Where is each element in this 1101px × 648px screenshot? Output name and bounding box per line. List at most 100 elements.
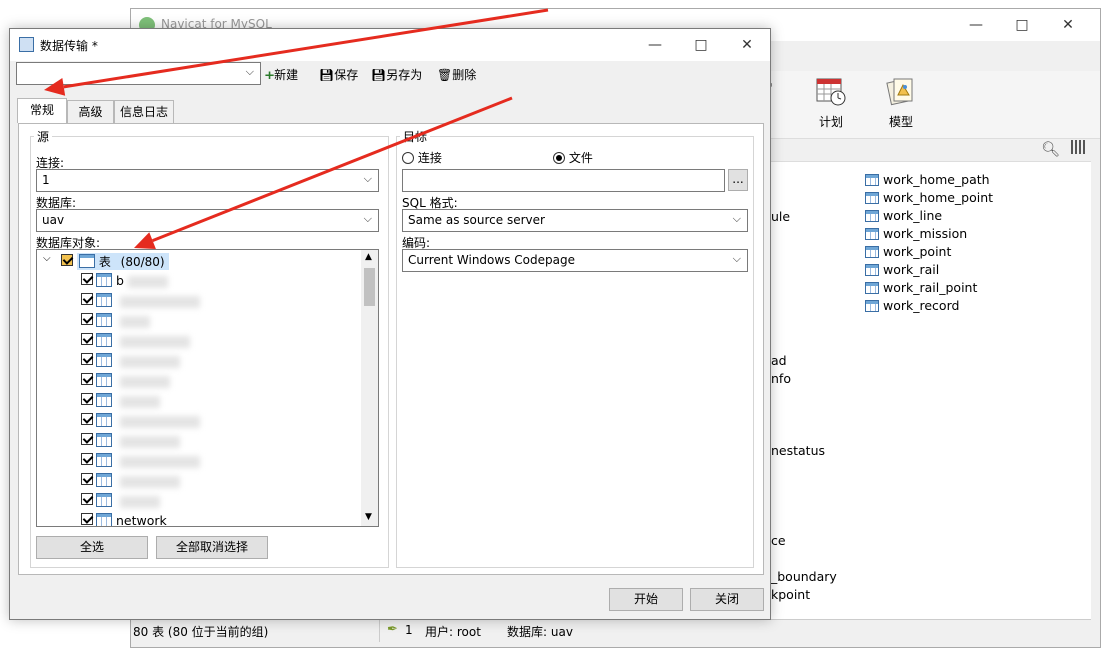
list-item-partial[interactable]: ce — [771, 533, 786, 548]
table-icon — [96, 413, 112, 427]
save-as-icon: 💾︎ — [371, 68, 387, 82]
tree-root-checkbox[interactable] — [61, 254, 73, 266]
database-select[interactable]: uav ⌵ — [36, 209, 379, 232]
tree-item[interactable] — [81, 413, 200, 433]
tree-item[interactable] — [81, 453, 200, 473]
list-item[interactable]: work_rail_point — [865, 280, 977, 298]
deselect-all-button[interactable]: 全部取消选择 — [156, 536, 268, 559]
delete-button[interactable]: 🗑︎删除 — [437, 66, 476, 83]
tree-item[interactable] — [81, 493, 160, 513]
search-icon[interactable]: 🔍︎ — [1041, 140, 1060, 158]
view-grid-icon[interactable] — [1071, 140, 1085, 154]
tree-item[interactable] — [81, 333, 190, 353]
tree-item-checkbox[interactable] — [81, 373, 93, 385]
tree-item[interactable] — [81, 393, 160, 413]
tree-item-checkbox[interactable] — [81, 473, 93, 485]
list-item-partial[interactable]: ad — [771, 353, 787, 368]
connection-select[interactable]: 1 ⌵ — [36, 169, 379, 192]
list-item-partial[interactable]: kpoint — [771, 587, 810, 602]
tab-advanced[interactable]: 高级 — [67, 100, 114, 123]
list-item-partial[interactable]: nestatus — [771, 443, 825, 458]
toolbar-schedule-label: 计划 — [818, 115, 843, 129]
list-item[interactable]: work_mission — [865, 226, 967, 244]
list-item[interactable]: work_record — [865, 298, 959, 316]
list-item[interactable]: work_rail — [865, 262, 939, 280]
scroll-thumb[interactable] — [364, 268, 375, 306]
maximize-icon[interactable]: □ — [999, 9, 1045, 41]
radio-file-button[interactable] — [553, 152, 565, 164]
main-statusbar: 80 表 (80 位于当前的组) ✒ 1 用户: root 数据库: uav — [131, 619, 1091, 642]
data-transfer-dialog: 数据传输 * — □ ✕ ⌵ ➕︎新建 💾︎保存 💾︎另存为 🗑︎删除 常规 高… — [9, 28, 771, 620]
toolbar-model-button[interactable]: 模型 — [876, 71, 926, 130]
tree-collapse-icon[interactable]: ⌵ — [43, 253, 51, 264]
tree-item-checkbox[interactable] — [81, 393, 93, 405]
chevron-down-icon: ⌵ — [363, 212, 372, 225]
tree-item[interactable] — [81, 353, 180, 373]
close-icon[interactable]: ✕ — [1045, 9, 1091, 41]
table-icon — [96, 313, 112, 327]
table-icon — [865, 282, 879, 294]
model-icon — [885, 75, 917, 107]
minimize-icon[interactable]: — — [953, 9, 999, 41]
tree-item-checkbox[interactable] — [81, 433, 93, 445]
encoding-select[interactable]: Current Windows Codepage ⌵ — [402, 249, 748, 272]
list-item-partial[interactable]: ule — [771, 209, 790, 224]
dialog-minimize-icon[interactable]: — — [632, 29, 678, 61]
new-button[interactable]: ➕︎新建 — [265, 66, 298, 83]
list-item[interactable]: work_home_point — [865, 190, 993, 208]
toolbar-schedule-button[interactable]: 计划 — [806, 71, 856, 130]
tree-item-checkbox[interactable] — [81, 293, 93, 305]
list-item-partial[interactable]: nfo — [771, 371, 791, 386]
list-item[interactable]: work_line — [865, 208, 942, 226]
dialog-close-icon[interactable]: ✕ — [724, 29, 770, 61]
status-divider — [379, 620, 380, 642]
dialog-maximize-icon[interactable]: □ — [678, 29, 724, 61]
list-item-partial[interactable]: _boundary — [771, 569, 837, 584]
tree-item-checkbox[interactable] — [81, 413, 93, 425]
objects-tree[interactable]: ⌵ 表 (80/80) b network ▲ ▼ — [36, 249, 379, 527]
tree-root-row[interactable]: 表 (80/80) — [61, 253, 169, 270]
trash-icon: 🗑︎ — [437, 68, 453, 82]
save-button[interactable]: 💾︎保存 — [319, 66, 358, 83]
tree-item-checkbox[interactable] — [81, 313, 93, 325]
table-icon — [865, 264, 879, 276]
select-all-button[interactable]: 全选 — [36, 536, 148, 559]
file-path-input[interactable] — [402, 169, 725, 192]
data-transfer-icon — [19, 37, 34, 52]
tree-scrollbar[interactable]: ▲ ▼ — [361, 250, 378, 526]
list-item[interactable]: work_point — [865, 244, 951, 262]
tree-item[interactable] — [81, 313, 150, 333]
table-icon — [96, 473, 112, 487]
radio-connection[interactable]: 连接 — [402, 149, 442, 166]
radio-file[interactable]: 文件 — [553, 149, 593, 166]
tree-item[interactable]: b — [81, 273, 168, 293]
table-icon — [865, 174, 879, 186]
table-icon — [865, 246, 879, 258]
close-button[interactable]: 关闭 — [690, 588, 764, 611]
radio-connection-button[interactable] — [402, 152, 414, 164]
tree-item-checkbox[interactable] — [81, 273, 93, 285]
tree-item[interactable] — [81, 293, 200, 313]
tree-item[interactable] — [81, 373, 170, 393]
start-button[interactable]: 开始 — [609, 588, 683, 611]
scroll-up-icon[interactable]: ▲ — [365, 252, 372, 262]
tree-item-checkbox[interactable] — [81, 453, 93, 465]
list-item[interactable]: work_home_path — [865, 172, 990, 190]
tree-item-checkbox[interactable] — [81, 513, 93, 525]
browse-button[interactable]: ... — [728, 169, 748, 191]
tree-item-checkbox[interactable] — [81, 493, 93, 505]
redacted-text — [120, 315, 150, 328]
tree-item-checkbox[interactable] — [81, 333, 93, 345]
calendar-clock-icon — [815, 75, 847, 107]
tab-log[interactable]: 信息日志 — [114, 100, 174, 123]
tree-item[interactable]: network — [81, 513, 167, 526]
tree-item[interactable] — [81, 433, 180, 453]
toolbar-model-label: 模型 — [888, 115, 913, 129]
save-as-button[interactable]: 💾︎另存为 — [371, 66, 422, 83]
tab-general[interactable]: 常规 — [17, 98, 67, 123]
profile-select[interactable]: ⌵ — [16, 62, 261, 85]
sql-format-select[interactable]: Same as source server ⌵ — [402, 209, 748, 232]
tree-item[interactable] — [81, 473, 180, 493]
tree-item-checkbox[interactable] — [81, 353, 93, 365]
scroll-down-icon[interactable]: ▼ — [365, 512, 372, 522]
